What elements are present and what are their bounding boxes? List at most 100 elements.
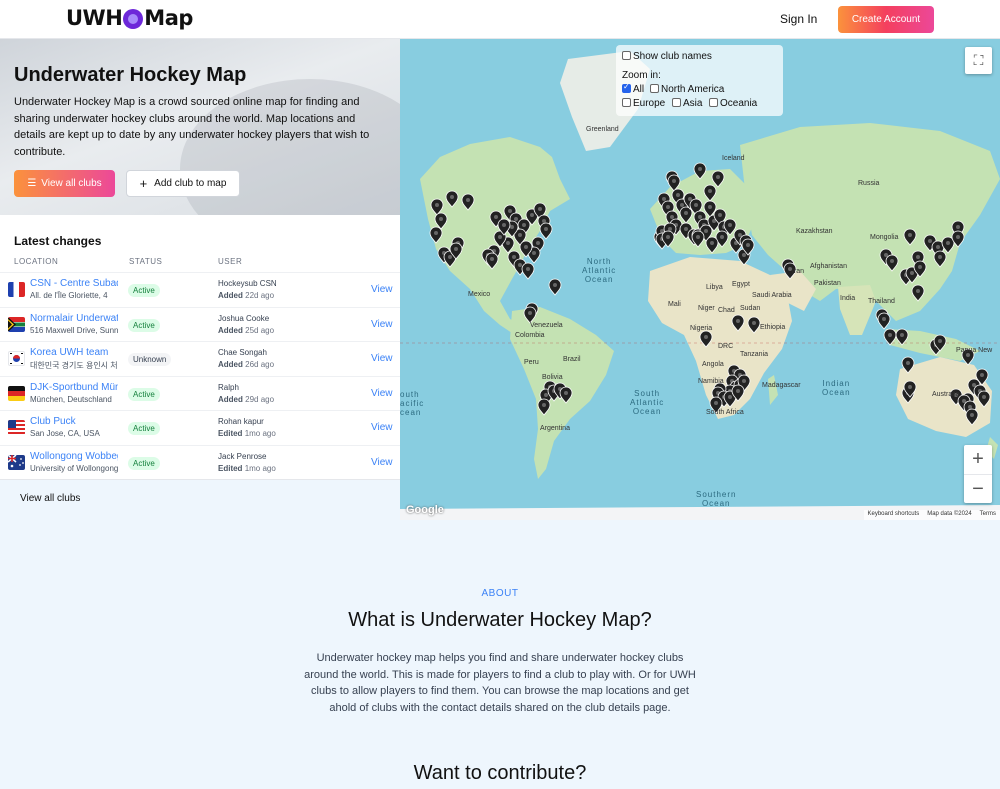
club-pin-dot — [736, 319, 740, 323]
change-time: 25d ago — [245, 326, 275, 335]
change-meta: Added 26d ago — [218, 360, 274, 369]
region-filter-north-america[interactable]: North America — [650, 84, 724, 95]
sign-in-link[interactable]: Sign In — [780, 12, 817, 26]
region-label-europe: Europe — [633, 98, 666, 109]
club-pin-dot — [908, 385, 912, 389]
map-label-ethiopia: Ethiopia — [760, 324, 786, 331]
checkbox-asia[interactable] — [672, 98, 681, 107]
table-row: DJK-Sportbund München München, Deutschla… — [0, 376, 400, 410]
club-name-link[interactable]: Wollongong Wobbegongs — [30, 451, 118, 462]
club-name-link[interactable]: Korea UWH team — [30, 347, 118, 358]
table-row: Wollongong Wobbegongs University of Woll… — [0, 445, 400, 479]
club-pin-dot — [694, 203, 698, 207]
map-filter-panel: Show club names Zoom in: All North Ameri… — [616, 45, 783, 116]
club-pin-dot — [530, 213, 534, 217]
view-link[interactable]: View — [371, 422, 393, 433]
status-badge: Unknown — [128, 353, 172, 366]
change-action: Added — [218, 326, 243, 335]
view-link[interactable]: View — [371, 457, 393, 468]
view-link[interactable]: View — [371, 353, 393, 364]
club-pin-dot — [536, 241, 540, 245]
google-logo[interactable]: Google — [406, 504, 444, 516]
map-label-chad: Chad — [718, 307, 735, 314]
land-india — [838, 285, 876, 335]
map-label-egypt: Egypt — [732, 281, 750, 288]
region-filter-oceania[interactable]: Oceania — [709, 98, 757, 109]
club-pin-dot — [490, 257, 494, 261]
club-pin-dot — [714, 401, 718, 405]
map-data-credit: Map data ©2024 — [927, 511, 972, 517]
club-pin-dot — [736, 389, 740, 393]
club-pin-dot — [982, 395, 986, 399]
status-badge: Active — [128, 319, 160, 332]
checkbox-north-america[interactable] — [650, 84, 659, 93]
view-link[interactable]: View — [371, 319, 393, 330]
club-pin-dot — [448, 255, 452, 259]
about-tag: ABOUT — [481, 588, 519, 599]
club-pin-dot — [670, 215, 674, 219]
map-label-argentina: Argentina — [540, 425, 570, 432]
zoom-in-button[interactable]: + — [964, 445, 992, 474]
change-meta: Added 22d ago — [218, 291, 274, 300]
ocean-label-southern: Southern Ocean — [696, 490, 737, 508]
club-pin-dot — [532, 251, 536, 255]
view-link[interactable]: View — [371, 388, 393, 399]
club-name-link[interactable]: Club Puck — [30, 416, 118, 427]
change-action: Added — [218, 360, 243, 369]
world-map[interactable]: Greenland Iceland Russia Mongolia Kazakh… — [400, 39, 1000, 520]
region-filter-asia[interactable]: Asia — [672, 98, 702, 109]
user-name: Rohan kapur — [218, 417, 264, 426]
club-pin-dot — [938, 339, 942, 343]
club-address: 516 Maxwell Drive, Sunnyside — [30, 326, 118, 335]
logo-text-left: UWH — [66, 6, 123, 30]
club-address: All. de l'Île Gloriette, 4 — [30, 291, 108, 300]
view-link[interactable]: View — [371, 284, 393, 295]
create-account-button[interactable]: Create Account — [838, 6, 934, 33]
add-club-button[interactable]: + Add club to map — [126, 170, 240, 197]
club-name-link[interactable]: Normalair Underwater — [30, 313, 118, 324]
show-club-names-toggle[interactable]: Show club names — [622, 51, 712, 62]
map-label-niger: Niger — [698, 305, 715, 312]
club-pin-dot — [498, 235, 502, 239]
checkbox-oceania[interactable] — [709, 98, 718, 107]
view-all-clubs-label: View all clubs — [41, 178, 102, 189]
club-pin-dot — [946, 241, 950, 245]
club-pin-dot — [708, 189, 712, 193]
terms-link[interactable]: Terms — [980, 511, 996, 519]
map-label-madagascar: Madagascar — [762, 382, 801, 389]
status-badge: Active — [128, 284, 160, 297]
club-pin-dot — [884, 253, 888, 257]
club-name-link[interactable]: DJK-Sportbund München — [30, 382, 118, 393]
map-label-mexico: Mexico — [468, 291, 491, 298]
club-pin-dot — [680, 203, 684, 207]
zoom-in-label: Zoom in: — [622, 70, 661, 81]
view-all-clubs-link[interactable]: View all clubs — [20, 493, 80, 504]
region-filter-europe[interactable]: Europe — [622, 98, 665, 109]
zoom-out-button[interactable]: − — [964, 474, 992, 503]
fullscreen-icon[interactable]: ⛶ — [965, 47, 992, 74]
page-title: Underwater Hockey Map — [14, 64, 247, 86]
keyboard-shortcuts-link[interactable]: Keyboard shortcuts — [868, 511, 920, 519]
change-meta: Added 29d ago — [218, 395, 274, 404]
view-all-clubs-footer[interactable]: View all clubs — [0, 479, 400, 520]
map-label-saudi-arabia: Saudi Arabia — [752, 292, 792, 299]
show-club-names-checkbox[interactable] — [622, 51, 631, 60]
latest-changes-panel: Latest changes LOCATION STATUS USER CSN … — [0, 215, 400, 520]
club-pin-dot — [890, 259, 894, 263]
club-pin-dot — [526, 267, 530, 271]
club-pin-dot — [728, 395, 732, 399]
view-all-clubs-button[interactable]: ☰ View all clubs — [14, 170, 115, 197]
club-pin-dot — [938, 255, 942, 259]
logo[interactable]: UWH Map — [66, 6, 193, 30]
checkbox-all[interactable] — [622, 82, 631, 93]
club-name-link[interactable]: CSN - Centre Subaquatique — [30, 278, 118, 289]
column-header-status: STATUS — [129, 257, 163, 266]
checkbox-europe[interactable] — [622, 98, 631, 107]
map-label-sudan: Sudan — [740, 305, 761, 312]
change-time: 1mo ago — [244, 429, 276, 438]
club-pin-dot — [542, 219, 546, 223]
change-meta: Edited 1mo ago — [218, 464, 276, 473]
column-header-location: LOCATION — [14, 257, 59, 266]
latest-changes-title: Latest changes — [14, 234, 102, 248]
region-filter-all[interactable]: All — [622, 82, 644, 95]
